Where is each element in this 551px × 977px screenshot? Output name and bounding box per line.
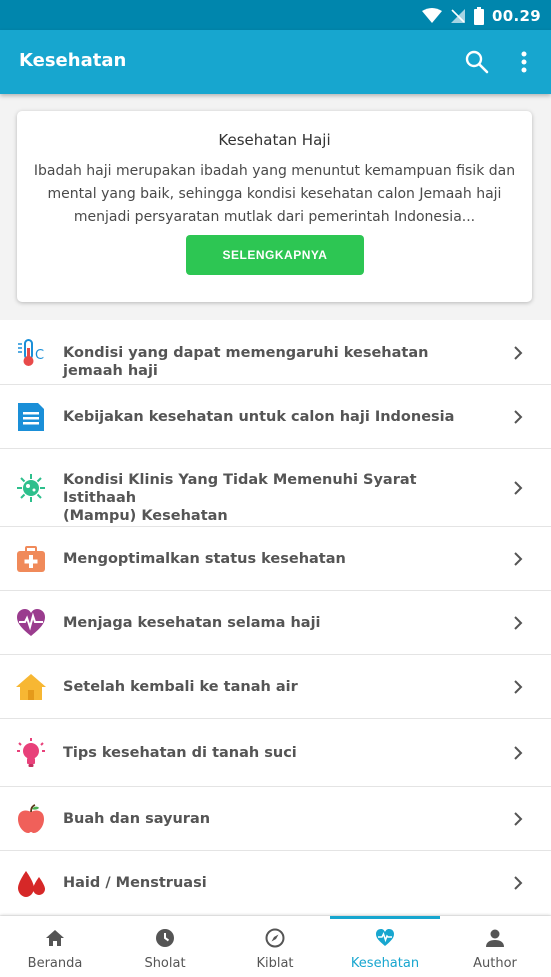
search-icon (465, 50, 489, 74)
virus-icon (15, 472, 47, 504)
menu-item-label-line: Mengoptimalkan status kesehatan (63, 551, 346, 567)
info-card: Kesehatan Haji Ibadah haji merupakan iba… (17, 111, 532, 302)
menu-item-label-line: (Mampu) Kesehatan (63, 508, 228, 524)
nav-tab-kiblat[interactable]: Kiblat (220, 916, 330, 977)
page-title: Kesehatan (19, 50, 127, 71)
health-icon (376, 929, 394, 946)
chevron-right-icon (514, 616, 523, 630)
battery-icon (474, 7, 485, 25)
chevron-right-icon (514, 812, 523, 826)
menu-item-buah[interactable]: Buah dan sayuran (0, 787, 551, 851)
menu-item-label: Menjaga kesehatan selama haji (63, 614, 493, 632)
menu-item-kondisi[interactable]: C Kondisi yang dapat memengaruhi kesehat… (0, 320, 551, 385)
nav-label: Beranda (27, 956, 83, 971)
chevron-right-icon (514, 346, 523, 360)
chevron-right-icon (514, 680, 523, 694)
menu-item-label: Setelah kembali ke tanah air (63, 678, 493, 696)
nav-tab-sholat[interactable]: Sholat (110, 916, 220, 977)
menu-item-haid[interactable]: Haid / Menstruasi (0, 851, 551, 915)
apple-icon (15, 803, 47, 835)
nav-tab-author[interactable]: Author (440, 916, 550, 977)
person-icon (486, 929, 504, 947)
chevron-right-icon (514, 410, 523, 424)
chevron-right-icon (514, 746, 523, 760)
house-icon (15, 671, 47, 703)
menu-item-tips[interactable]: Tips kesehatan di tanah suci (0, 719, 551, 787)
signal-off-icon (451, 9, 466, 23)
menu-item-kondisi-klinis[interactable]: Kondisi Klinis Yang Tidak Memenuhi Syara… (0, 449, 551, 527)
search-button[interactable] (462, 47, 492, 77)
menu-item-menjaga[interactable]: Menjaga kesehatan selama haji (0, 591, 551, 655)
status-icons: 00.29 (422, 5, 541, 27)
heart-pulse-icon (15, 607, 47, 639)
lightbulb-icon (15, 737, 47, 769)
nav-label: Sholat (144, 956, 186, 971)
menu-item-label-line: Haid / Menstruasi (63, 875, 207, 891)
menu-item-mengoptimalkan[interactable]: Mengoptimalkan status kesehatan (0, 527, 551, 591)
menu-item-label: Tips kesehatan di tanah suci (63, 744, 493, 762)
menu-item-kebijakan[interactable]: Kebijakan kesehatan untuk calon haji Ind… (0, 385, 551, 449)
nav-label: Kiblat (256, 956, 294, 971)
more-vert-icon (521, 51, 527, 73)
thermometer-icon: C (15, 337, 47, 369)
menu-item-label-line: Setelah kembali ke tanah air (63, 679, 298, 695)
bottom-navigation: Beranda Sholat Kiblat Kesehatan Author (0, 916, 551, 977)
read-more-button[interactable]: SELENGKAPNYA (186, 235, 364, 275)
home-icon (46, 930, 64, 946)
menu-item-label: Kebijakan kesehatan untuk calon haji Ind… (63, 408, 493, 426)
chevron-right-icon (514, 876, 523, 890)
compass-icon (265, 928, 285, 948)
menu-item-label: Haid / Menstruasi (63, 874, 493, 892)
menu-item-label-line: Kebijakan kesehatan untuk calon haji Ind… (63, 409, 455, 425)
nav-tab-beranda[interactable]: Beranda (0, 916, 110, 977)
card-title: Kesehatan Haji (218, 131, 331, 149)
card-description-line: mental yang baik, sehingga kondisi keseh… (47, 186, 502, 202)
menu-item-label: Mengoptimalkan status kesehatan (63, 550, 493, 568)
blood-drops-icon (15, 867, 47, 899)
menu-item-label: Kondisi yang dapat memengaruhi kesehatan… (63, 344, 493, 380)
first-aid-kit-icon (15, 543, 47, 575)
app-bar: Kesehatan (0, 30, 551, 94)
more-options-button[interactable] (512, 47, 536, 77)
menu-item-label-line: Kondisi yang dapat memengaruhi kesehatan… (63, 345, 429, 379)
status-time: 00.29 (492, 7, 541, 25)
menu-item-setelah-kembali[interactable]: Setelah kembali ke tanah air (0, 655, 551, 719)
menu-list: C Kondisi yang dapat memengaruhi kesehat… (0, 320, 551, 915)
menu-item-label-line: Kondisi Klinis Yang Tidak Memenuhi Syara… (63, 472, 417, 506)
card-description: Ibadah haji merupakan ibadah yang menunt… (27, 160, 522, 229)
menu-item-label-line: Tips kesehatan di tanah suci (63, 745, 297, 761)
menu-item-label: Kondisi Klinis Yang Tidak Memenuhi Syara… (63, 471, 493, 525)
nav-label: Kesehatan (350, 956, 420, 971)
clock-icon (156, 929, 174, 947)
document-icon (15, 401, 47, 433)
card-description-line: menjadi persyaratan mutlak dari pemerint… (73, 209, 476, 225)
chevron-right-icon (514, 481, 523, 495)
card-description-line: Ibadah haji merupakan ibadah yang menunt… (33, 163, 516, 179)
wifi-icon (422, 8, 443, 23)
menu-item-label: Buah dan sayuran (63, 810, 493, 828)
nav-tab-kesehatan[interactable]: Kesehatan (330, 916, 440, 977)
chevron-right-icon (514, 552, 523, 566)
menu-item-label-line: Menjaga kesehatan selama haji (63, 615, 321, 631)
status-bar: 00.29 (0, 0, 551, 30)
svg-text:C: C (35, 348, 44, 363)
menu-item-label-line: Buah dan sayuran (63, 811, 211, 827)
nav-label: Author (473, 956, 517, 971)
